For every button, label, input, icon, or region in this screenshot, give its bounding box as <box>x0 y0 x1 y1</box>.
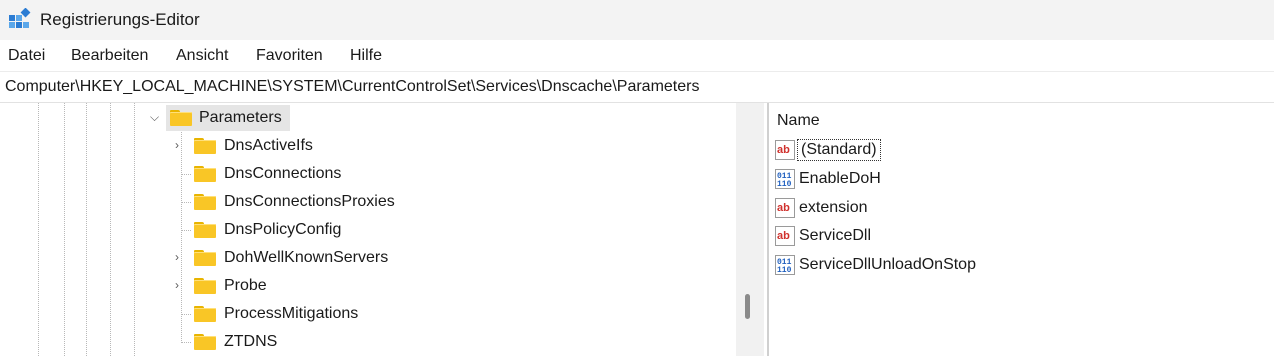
tree-node-label: DohWellKnownServers <box>224 249 389 266</box>
tree-node-label: DnsConnectionsProxies <box>224 193 395 210</box>
value-name: (Standard) <box>797 139 881 161</box>
menu-datei[interactable]: Datei <box>8 47 45 65</box>
value-name: EnableDoH <box>799 170 881 187</box>
tree-guide-line <box>110 103 111 356</box>
chevron-right-icon[interactable]: › <box>175 279 179 291</box>
tree-scrollbar-thumb[interactable] <box>745 294 750 319</box>
svg-text:110: 110 <box>777 180 792 189</box>
menu-hilfe[interactable]: Hilfe <box>350 47 382 65</box>
tree-connector <box>181 174 191 175</box>
column-header-name[interactable]: Name <box>777 112 820 130</box>
svg-text:110: 110 <box>777 266 792 275</box>
tree-node-processmitigations[interactable]: ProcessMitigations <box>192 301 392 327</box>
folder-icon <box>194 166 216 182</box>
svg-text:ab: ab <box>777 202 790 214</box>
tree-node-label: DnsConnections <box>224 165 342 182</box>
value-name: extension <box>799 199 868 216</box>
value-row[interactable]: ab extension <box>775 195 1075 221</box>
binary-value-icon: 011 110 <box>775 255 795 275</box>
window-title: Registrierungs-Editor <box>40 10 200 29</box>
folder-icon <box>170 110 192 126</box>
tree-node-dnsconnectionsproxies[interactable]: DnsConnectionsProxies <box>192 189 422 215</box>
tree-node-label: DnsActiveIfs <box>224 137 313 154</box>
binary-value-icon: 011 110 <box>775 169 795 189</box>
folder-icon <box>194 334 216 350</box>
svg-text:ab: ab <box>777 144 790 156</box>
key-tree[interactable]: ⌵ Parameters › DnsActiveIfs DnsConnectio… <box>0 103 736 356</box>
tree-guide-line <box>64 103 65 356</box>
value-name: ServiceDll <box>799 227 872 244</box>
tree-branch-line <box>181 129 182 343</box>
value-name: ServiceDllUnloadOnStop <box>799 256 976 273</box>
tree-connector <box>181 314 191 315</box>
folder-icon <box>194 194 216 210</box>
tree-node-dohwellknownservers[interactable]: DohWellKnownServers <box>192 245 422 271</box>
title-bar: Registrierungs-Editor <box>0 0 1274 40</box>
folder-icon <box>194 278 216 294</box>
svg-text:ab: ab <box>777 230 790 242</box>
value-row[interactable]: ab (Standard) <box>775 137 1075 163</box>
menu-ansicht[interactable]: Ansicht <box>176 47 228 65</box>
string-value-icon: ab <box>775 226 795 246</box>
folder-icon <box>194 138 216 154</box>
tree-guide-line <box>134 103 135 356</box>
tree-connector <box>181 230 191 231</box>
tree-node-parameters[interactable]: Parameters <box>166 105 290 131</box>
value-row[interactable]: ab ServiceDll <box>775 223 1075 249</box>
tree-node-label: Parameters <box>199 109 282 126</box>
address-path[interactable]: Computer\HKEY_LOCAL_MACHINE\SYSTEM\Curre… <box>5 78 699 96</box>
tree-node-dnsactiveifs[interactable]: DnsActiveIfs <box>192 133 352 159</box>
folder-icon <box>194 250 216 266</box>
values-list[interactable]: Name ab (Standard) 011 110 EnableDoH ab … <box>769 103 1274 356</box>
tree-node-dnspolicyconfig[interactable]: DnsPolicyConfig <box>192 217 372 243</box>
chevron-right-icon[interactable]: › <box>175 251 179 263</box>
folder-icon <box>194 222 216 238</box>
tree-node-label: Probe <box>224 277 267 294</box>
tree-node-ztdns[interactable]: ZTDNS <box>192 329 292 355</box>
tree-guide-line <box>38 103 39 356</box>
tree-scrollbar[interactable] <box>736 103 764 356</box>
tree-node-probe[interactable]: Probe <box>192 273 292 299</box>
value-row[interactable]: 011 110 EnableDoH <box>775 166 1075 192</box>
tree-node-label: DnsPolicyConfig <box>224 221 342 238</box>
tree-connector <box>181 342 191 343</box>
chevron-right-icon[interactable]: › <box>175 139 179 151</box>
menu-favoriten[interactable]: Favoriten <box>256 47 323 65</box>
tree-node-dnsconnections[interactable]: DnsConnections <box>192 161 372 187</box>
tree-connector <box>181 202 191 203</box>
tree-guide-line <box>86 103 87 356</box>
tree-node-label: ProcessMitigations <box>224 305 359 322</box>
string-value-icon: ab <box>775 140 795 160</box>
menu-bar: Datei Bearbeiten Ansicht Favoriten Hilfe <box>0 40 1274 72</box>
menu-bearbeiten[interactable]: Bearbeiten <box>71 47 148 65</box>
registry-editor-icon <box>9 8 31 28</box>
address-bar[interactable]: Computer\HKEY_LOCAL_MACHINE\SYSTEM\Curre… <box>0 72 1274 103</box>
tree-node-label: ZTDNS <box>224 333 278 350</box>
string-value-icon: ab <box>775 198 795 218</box>
chevron-down-icon[interactable]: ⌵ <box>150 111 159 123</box>
folder-icon <box>194 306 216 322</box>
value-row[interactable]: 011 110 ServiceDllUnloadOnStop <box>775 252 1075 278</box>
